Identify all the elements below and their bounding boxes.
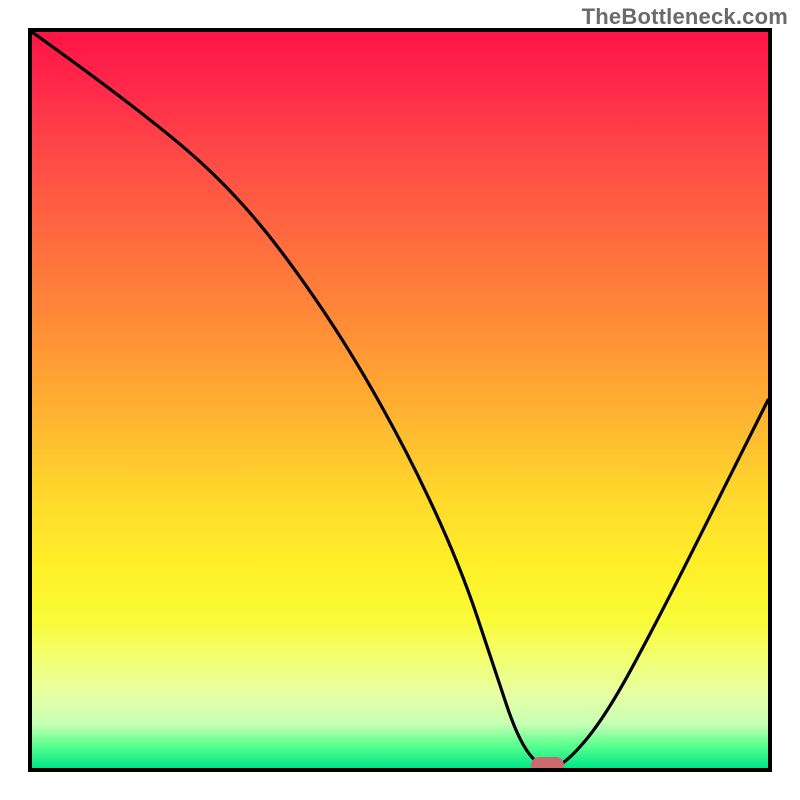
plot-area — [28, 28, 772, 772]
optimal-marker — [531, 757, 564, 772]
watermark-text: TheBottleneck.com — [582, 4, 788, 30]
bottleneck-curve — [32, 32, 768, 768]
curve-layer — [32, 32, 768, 768]
bottleneck-chart: TheBottleneck.com — [0, 0, 800, 800]
